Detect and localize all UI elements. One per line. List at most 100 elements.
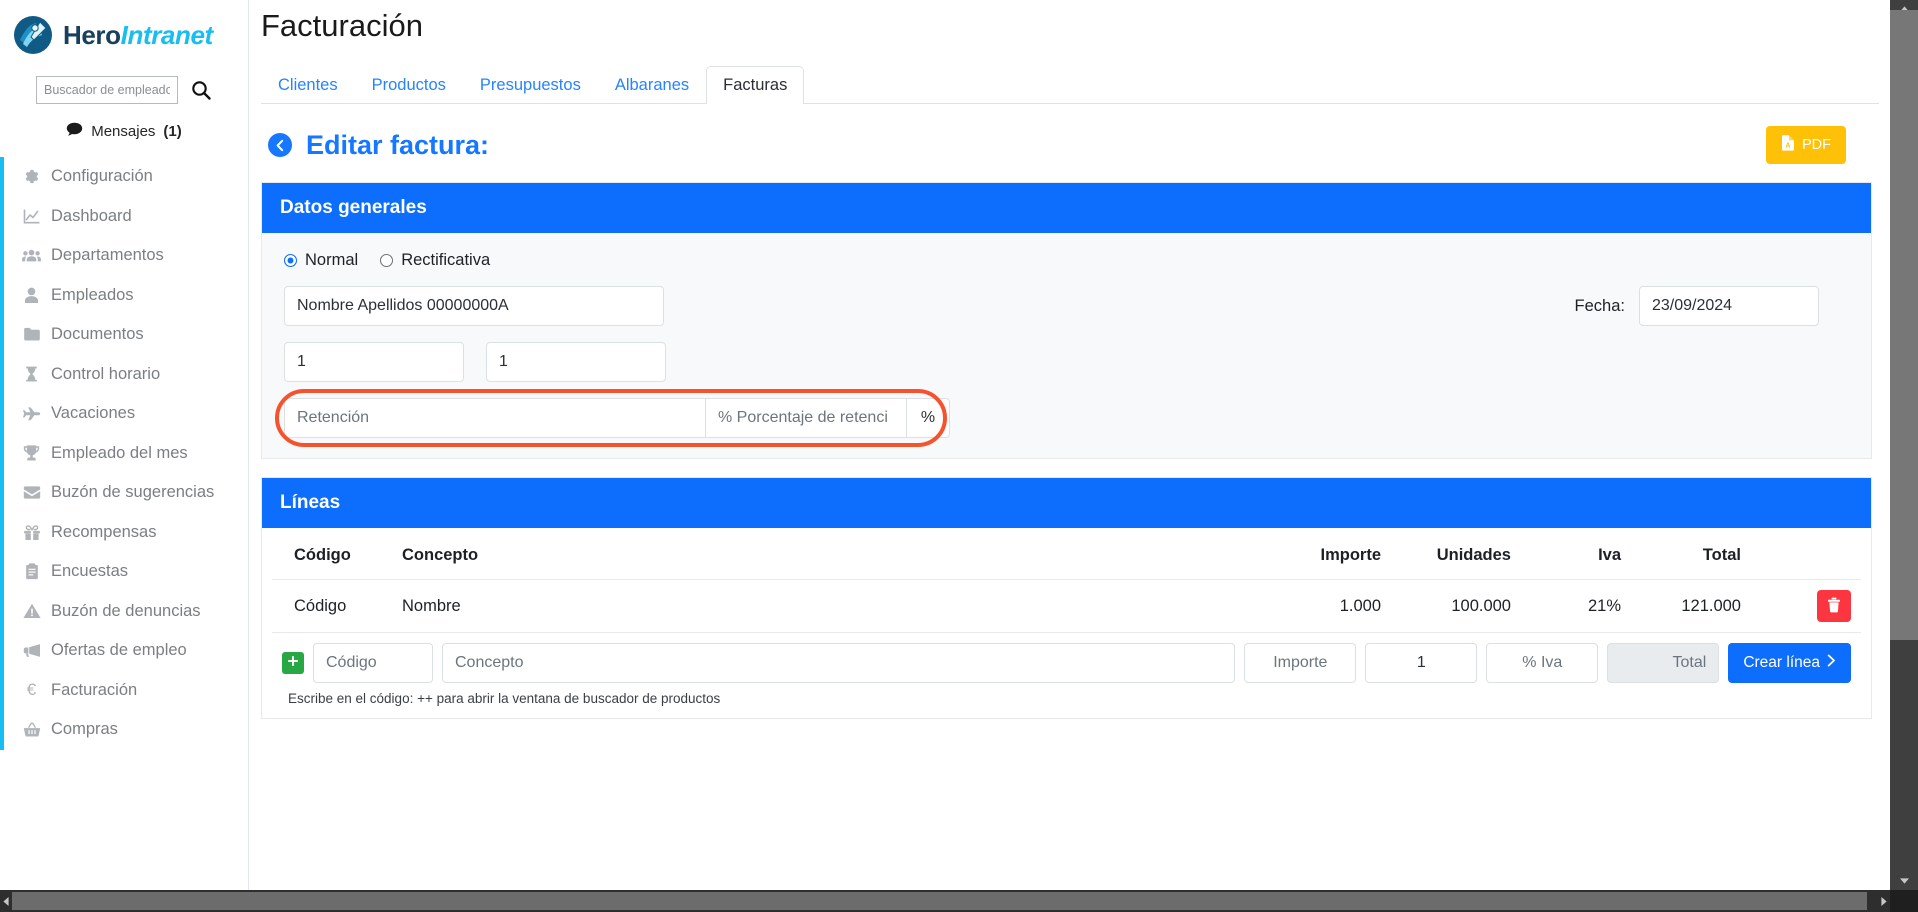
sidebar-item-configuracion[interactable]: Configuración	[0, 157, 248, 197]
tab-facturas[interactable]: Facturas	[706, 65, 805, 104]
cell-concepto: Nombre	[392, 579, 1261, 632]
tab-productos[interactable]: Productos	[355, 66, 463, 105]
scroll-right-arrow-icon[interactable]	[1878, 892, 1890, 910]
chevron-right-icon	[1827, 654, 1836, 672]
sidebar-item-label: Facturación	[51, 680, 138, 699]
pdf-button-label: PDF	[1802, 137, 1831, 153]
new-unidades-input[interactable]	[1365, 643, 1478, 683]
sidebar-item-label: Ofertas de empleo	[51, 641, 187, 660]
sidebar-item-label: Buzón de sugerencias	[51, 483, 215, 502]
new-concepto-input[interactable]	[442, 643, 1236, 683]
sidebar-item-ofertas-empleo[interactable]: Ofertas de empleo	[0, 631, 248, 671]
add-line-button[interactable]	[282, 652, 304, 674]
tab-list: Clientes Productos Presupuestos Albarane…	[261, 62, 1879, 104]
pdf-button[interactable]: A PDF	[1766, 126, 1846, 164]
fecha-group: Fecha:	[1575, 286, 1819, 326]
sidebar-item-label: Control horario	[51, 364, 161, 383]
sidebar-item-buzon-denuncias[interactable]: Buzón de denuncias	[0, 591, 248, 631]
scroll-down-arrow-icon[interactable]	[1890, 872, 1918, 890]
table-header-row: Código Concepto Importe Unidades Iva Tot…	[272, 540, 1861, 580]
horizontal-scrollbar-thumb[interactable]	[12, 892, 1867, 910]
cell-importe: 1.000	[1261, 579, 1391, 632]
user-icon	[22, 287, 41, 304]
new-line-row: Total Crear línea	[272, 632, 1861, 687]
tab-clientes[interactable]: Clientes	[261, 66, 355, 105]
vertical-scrollbar[interactable]	[1890, 0, 1918, 890]
new-iva-input[interactable]	[1486, 643, 1599, 683]
serie-input[interactable]	[284, 342, 464, 382]
back-circle-arrow-icon[interactable]	[268, 133, 292, 157]
sidebar-item-label: Configuración	[51, 167, 153, 186]
shopping-basket-icon	[22, 722, 41, 738]
col-codigo: Código	[294, 546, 351, 564]
radio-rectificativa-label: Rectificativa	[401, 251, 491, 269]
messages-count: (1)	[163, 123, 182, 140]
new-line-hint: Escribe en el código: ++ para abrir la v…	[288, 691, 721, 706]
sidebar-item-vacaciones[interactable]: Vacaciones	[0, 394, 248, 434]
search-button[interactable]	[190, 79, 212, 101]
radio-rectificativa-dot	[380, 254, 394, 267]
messages-link[interactable]: Mensajes (1)	[0, 122, 248, 141]
sidebar-item-label: Empleado del mes	[51, 443, 188, 462]
sidebar-item-empleado-del-mes[interactable]: Empleado del mes	[0, 433, 248, 473]
euro-icon: €	[26, 680, 37, 700]
sidebar-item-compras[interactable]: Compras	[0, 710, 248, 750]
sidebar-item-label: Encuestas	[51, 562, 129, 581]
col-iva: Iva	[1598, 546, 1621, 564]
tabs-container: Clientes Productos Presupuestos Albarane…	[250, 62, 1890, 104]
cliente-input[interactable]	[284, 286, 664, 326]
retencion-percent-input[interactable]	[706, 398, 906, 438]
cell-total: 121.000	[1631, 579, 1751, 632]
subheader: Editar factura: A PDF	[250, 104, 1890, 164]
tab-presupuestos[interactable]: Presupuestos	[463, 66, 598, 105]
sidebar-item-empleados[interactable]: Empleados	[0, 275, 248, 315]
sidebar-item-label: Departamentos	[51, 246, 164, 265]
search-input[interactable]	[36, 76, 178, 104]
sidebar-item-recompensas[interactable]: Recompensas	[0, 512, 248, 552]
main-content: Facturación Clientes Productos Presupues…	[250, 0, 1890, 890]
numero-input[interactable]	[486, 342, 666, 382]
sidebar-nav: Configuración Dashboard Departamentos Em…	[0, 157, 248, 750]
lineas-card: Líneas Código Concepto Importe Unidades …	[261, 477, 1872, 719]
lineas-table-head: Código Concepto Importe Unidades Iva Tot…	[272, 540, 1861, 580]
search-icon	[190, 81, 212, 104]
chat-bubble-icon	[66, 122, 83, 141]
delete-line-button[interactable]	[1817, 590, 1851, 622]
tab-albaranes[interactable]: Albaranes	[598, 66, 706, 105]
plane-icon	[22, 406, 41, 422]
fecha-label: Fecha:	[1574, 296, 1625, 315]
crear-linea-button[interactable]: Crear línea	[1728, 643, 1851, 683]
sidebar-item-control-horario[interactable]: Control horario	[0, 354, 248, 394]
scroll-left-arrow-icon[interactable]	[0, 892, 12, 910]
col-total: Total	[1702, 546, 1741, 564]
cell-actions	[1751, 579, 1861, 632]
lineas-table-body: Código Nombre 1.000 100.000 21% 121.000	[272, 579, 1861, 632]
pdf-file-icon: A	[1781, 135, 1795, 155]
sidebar-item-departamentos[interactable]: Departamentos	[0, 236, 248, 276]
radio-rectificativa[interactable]: Rectificativa	[380, 251, 490, 270]
sidebar-item-dashboard[interactable]: Dashboard	[0, 196, 248, 236]
brand-logo-block[interactable]: HeroIntranet	[0, 0, 248, 66]
sidebar-item-buzon-sugerencias[interactable]: Buzón de sugerencias	[0, 473, 248, 513]
brand-intranet: Intranet	[120, 19, 214, 50]
radio-normal[interactable]: Normal	[284, 251, 358, 270]
sidebar-item-label: Empleados	[51, 285, 134, 304]
envelope-icon	[22, 485, 41, 500]
page-title: Facturación	[261, 8, 423, 43]
new-codigo-input[interactable]	[313, 643, 433, 683]
new-importe-input[interactable]	[1244, 643, 1357, 683]
gear-icon	[22, 168, 41, 185]
factura-tipo-radio-group: Normal Rectificativa	[280, 251, 1853, 270]
sidebar-item-label: Documentos	[51, 325, 144, 344]
fecha-input[interactable]	[1639, 286, 1819, 326]
knight-shield-sword-logo-icon	[12, 14, 54, 56]
sidebar-item-encuestas[interactable]: Encuestas	[0, 552, 248, 592]
col-importe: Importe	[1320, 546, 1381, 564]
retencion-name-input[interactable]	[284, 398, 706, 438]
sidebar-item-facturacion[interactable]: € Facturación	[0, 670, 248, 710]
warning-triangle-icon	[22, 603, 41, 619]
horizontal-scrollbar[interactable]	[0, 890, 1918, 912]
vertical-scrollbar-thumb[interactable]	[1890, 10, 1918, 640]
sidebar-item-documentos[interactable]: Documentos	[0, 315, 248, 355]
sidebar-item-label: Vacaciones	[51, 404, 136, 423]
